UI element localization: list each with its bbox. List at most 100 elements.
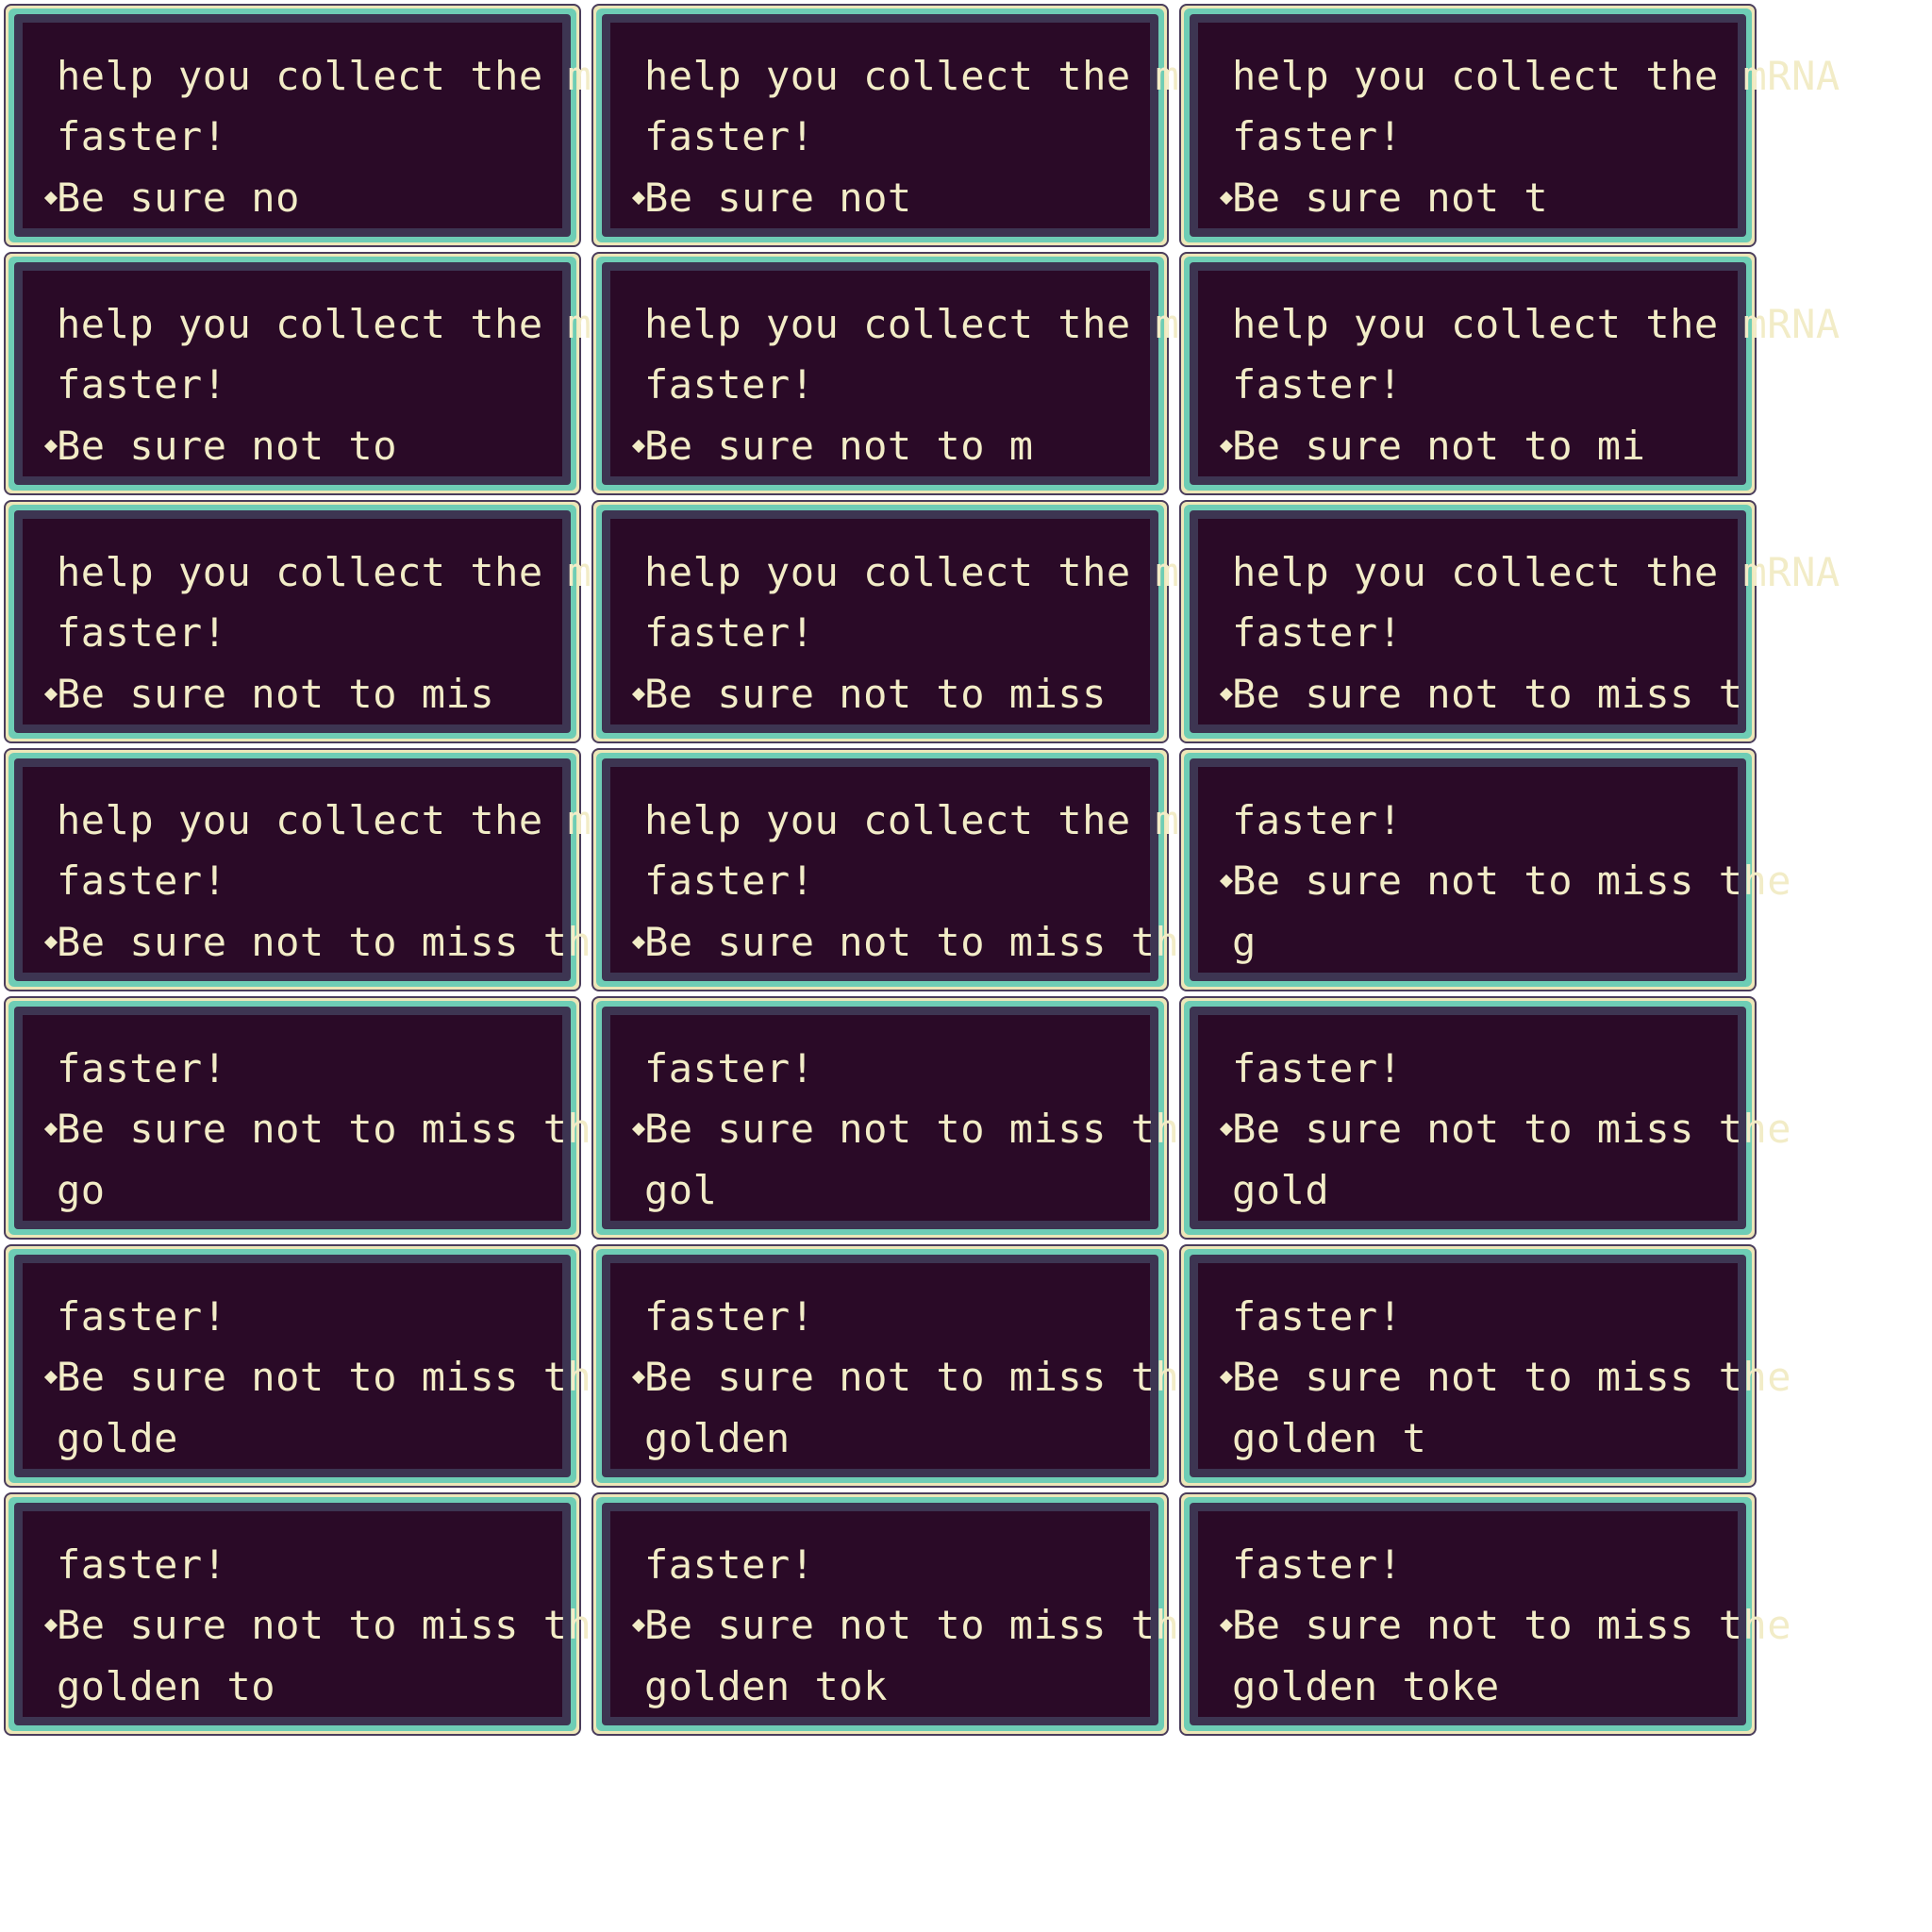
- dialogue-text-panel: help you collect the mRNA faster! Be sure …: [1198, 519, 1840, 724]
- dialogue-text-line: Be sure not to miss the: [1232, 1354, 1792, 1400]
- dialogue-box-frame: faster! Be sure not to miss the golden to: [4, 1492, 616, 1736]
- bullet-diamond-icon: [43, 687, 58, 702]
- dialogue-text-panel: faster! Be sure not to miss the gol: [610, 1015, 1204, 1221]
- dialogue-text-line: faster!: [1232, 1541, 1403, 1588]
- dialogue-box-frame: faster! Be sure not to miss the gol: [591, 996, 1204, 1240]
- dialogue-text-line: faster!: [1232, 797, 1403, 843]
- bullet-diamond-icon: [43, 1618, 58, 1633]
- dialogue-text-line: faster!: [1232, 609, 1403, 656]
- dialogue-text-line: Be sure not to miss the: [57, 1354, 617, 1400]
- dialogue-text-line: Be sure no: [57, 175, 300, 221]
- dialogue-text-line: faster!: [644, 113, 815, 159]
- dialogue-text-line: golden t: [1232, 1415, 1427, 1461]
- dialogue-text-panel: help you collect the mRNA faster! Be sure …: [23, 23, 664, 228]
- dialogue-text-line: faster!: [644, 361, 815, 408]
- dialogue-box-frame: faster! Be sure not to miss the golden t: [1179, 1244, 1791, 1488]
- bullet-diamond-icon: [43, 191, 58, 206]
- dialogue-box-frame: help you collect the mRNA faster! Be sure …: [4, 252, 664, 495]
- bullet-diamond-icon: [631, 935, 646, 950]
- dialogue-text-line: Be sure not to miss the: [1232, 858, 1792, 904]
- dialogue-text-panel: help you collect the mRNA faster! Be sure …: [1198, 271, 1840, 476]
- dialogue-text-line: help you collect the mRNA: [57, 549, 665, 595]
- dialogue-text-line: faster!: [57, 858, 227, 904]
- dialogue-box-frame: help you collect the mRNA faster! Be sure …: [4, 748, 664, 991]
- dialogue-text-line: help you collect the mRNA: [644, 53, 1253, 99]
- dialogue-text-line: help you collect the mRNA: [1232, 53, 1840, 99]
- dialogue-box-frame: help you collect the mRNA faster! Be sure …: [591, 252, 1252, 495]
- bullet-diamond-icon: [631, 439, 646, 454]
- dialogue-text-line: Be sure not to miss the: [644, 1602, 1205, 1648]
- bullet-diamond-icon: [631, 1370, 646, 1385]
- dialogue-text-line: faster!: [644, 609, 815, 656]
- dialogue-text-panel: help you collect the mRNA faster! Be sure …: [610, 23, 1252, 228]
- dialogue-text-panel: faster! Be sure not to miss the golden t: [1198, 1263, 1791, 1469]
- dialogue-text-line: Be sure not to miss the: [644, 1106, 1205, 1152]
- dialogue-text-line: help you collect the mRNA: [644, 549, 1253, 595]
- dialogue-box-frame: help you collect the mRNA faster! Be sure …: [4, 4, 664, 247]
- dialogue-text-line: Be sure not to miss t: [1232, 671, 1743, 717]
- dialogue-text-line: help you collect the mRNA: [57, 797, 665, 843]
- dialogue-box-frame: help you collect the mRNA faster! Be sure …: [591, 4, 1252, 247]
- bullet-diamond-icon: [43, 1122, 58, 1137]
- bullet-diamond-icon: [631, 1618, 646, 1633]
- dialogue-text-panel: help you collect the mRNA faster! Be sure …: [610, 271, 1252, 476]
- dialogue-text-line: faster!: [1232, 1293, 1403, 1340]
- dialogue-box-frame: faster! Be sure not to miss the g: [1179, 748, 1791, 991]
- dialogue-text-panel: help you collect the mRNA faster! Be sure …: [610, 519, 1252, 724]
- dialogue-box-frame: faster! Be sure not to miss the go: [4, 996, 616, 1240]
- dialogue-text-line: faster!: [57, 361, 227, 408]
- dialogue-text-line: golden toke: [1232, 1663, 1500, 1709]
- dialogue-text-line: Be sure not to miss th: [57, 919, 592, 965]
- dialogue-text-line: help you collect the mRNA: [57, 53, 665, 99]
- dialogue-text-line: Be sure not to miss the: [1232, 1602, 1792, 1648]
- dialogue-box-frame: faster! Be sure not to miss the golde: [4, 1244, 616, 1488]
- dialogue-text-line: faster!: [1232, 1045, 1403, 1091]
- dialogue-text-line: g: [1232, 919, 1257, 965]
- dialogue-text-panel: faster! Be sure not to miss the golden tok: [610, 1511, 1204, 1717]
- dialogue-text-line: Be sure not to m: [644, 423, 1034, 469]
- dialogue-text-line: Be sure not: [644, 175, 912, 221]
- dialogue-text-line: help you collect the mRNA: [644, 797, 1253, 843]
- dialogue-text-line: golden to: [57, 1663, 276, 1709]
- bullet-diamond-icon: [1219, 687, 1234, 702]
- dialogue-text-panel: help you collect the mRNA faster! Be sure …: [23, 519, 664, 724]
- dialogue-text-panel: faster! Be sure not to miss the golden: [610, 1263, 1204, 1469]
- bullet-diamond-icon: [43, 439, 58, 454]
- bullet-diamond-icon: [1219, 1370, 1234, 1385]
- dialogue-box-frame: help you collect the mRNA faster! Be sure …: [591, 500, 1252, 743]
- dialogue-text-line: help you collect the mRNA: [1232, 301, 1840, 347]
- dialogue-text-line: faster!: [57, 1541, 227, 1588]
- dialogue-text-line: Be sure not to miss: [644, 671, 1107, 717]
- dialogue-text-line: faster!: [57, 1293, 227, 1340]
- dialogue-text-line: gol: [644, 1167, 718, 1213]
- dialogue-text-panel: help you collect the mRNA faster! Be sure …: [1198, 23, 1840, 228]
- bullet-diamond-icon: [631, 1122, 646, 1137]
- dialogue-box-frame: help you collect the mRNA faster! Be sure …: [1179, 4, 1840, 247]
- dialogue-text-line: Be sure not to miss the: [644, 919, 1205, 965]
- dialogue-text-line: help you collect the mRNA: [57, 301, 665, 347]
- bullet-diamond-icon: [1219, 1122, 1234, 1137]
- dialogue-text-panel: help you collect the mRNA faster! Be sure …: [610, 767, 1252, 973]
- dialogue-text-line: Be sure not to mis: [57, 671, 495, 717]
- bullet-diamond-icon: [1219, 191, 1234, 206]
- dialogue-text-panel: faster! Be sure not to miss the g: [1198, 767, 1791, 973]
- dialogue-box-frame: faster! Be sure not to miss the golden tok…: [1179, 1492, 1791, 1736]
- dialogue-text-line: golden tok: [644, 1663, 888, 1709]
- dialogue-text-line: faster!: [57, 1045, 227, 1091]
- bullet-diamond-icon: [43, 1370, 58, 1385]
- dialogue-text-line: faster!: [1232, 361, 1403, 408]
- dialogue-text-line: golden: [644, 1415, 791, 1461]
- dialogue-text-line: Be sure not to: [57, 423, 398, 469]
- dialogue-text-line: faster!: [644, 1293, 815, 1340]
- dialogue-text-line: faster!: [644, 1541, 815, 1588]
- sprite-sheet: help you collect the mRNA faster! Be sure …: [0, 0, 1932, 1932]
- dialogue-text-panel: help you collect the mRNA faster! Be sure …: [23, 271, 664, 476]
- dialogue-text-line: gold: [1232, 1167, 1330, 1213]
- dialogue-text-line: faster!: [57, 609, 227, 656]
- dialogue-text-line: help you collect the mRNA: [1232, 549, 1840, 595]
- dialogue-text-panel: faster! Be sure not to miss the golden tok…: [1198, 1511, 1791, 1717]
- dialogue-text-line: faster!: [644, 858, 815, 904]
- dialogue-text-line: help you collect the mRNA: [644, 301, 1253, 347]
- bullet-diamond-icon: [1219, 1618, 1234, 1633]
- dialogue-text-line: Be sure not to miss the: [1232, 1106, 1792, 1152]
